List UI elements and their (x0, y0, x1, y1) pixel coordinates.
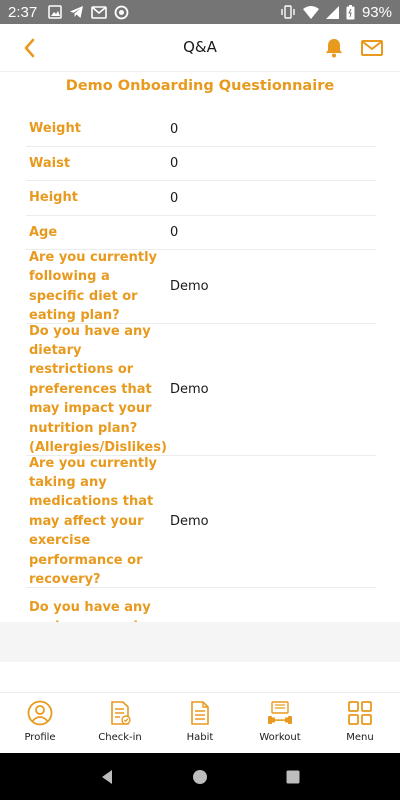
nav-label: Menu (346, 732, 374, 743)
question-label: Height (29, 190, 78, 206)
nav-label: Habit (186, 732, 214, 743)
questionnaire-card: Demo Onboarding Questionnaire Weight 0 W… (0, 72, 400, 622)
answer-value: 0 (170, 225, 179, 240)
answer-value: 0 (170, 190, 179, 206)
question-label: Are you currently following a specific d… (29, 249, 158, 323)
nav-checkin[interactable]: Check-in (80, 693, 160, 753)
bell-icon (326, 39, 342, 58)
question-label: Are you currently taking any medications… (29, 455, 158, 588)
mail-icon (361, 40, 383, 56)
battery-icon (346, 4, 355, 20)
table-row: Do you have any dietary restrictions or … (26, 324, 376, 456)
nav-workout[interactable]: Workout (240, 693, 320, 753)
status-left: 2:37 (8, 4, 129, 21)
nav-profile[interactable]: Profile (0, 693, 80, 753)
question-label: Age (29, 224, 58, 240)
sync-notification-icon (114, 5, 129, 20)
vibrate-icon (280, 5, 296, 19)
nav-label: Profile (24, 732, 56, 743)
checkin-icon (111, 701, 131, 725)
status-bar: 2:37 93% (0, 0, 400, 24)
nav-habit[interactable]: Habit (160, 693, 240, 753)
table-row: Weight 0 (26, 112, 376, 147)
system-recents-icon[interactable] (285, 769, 301, 785)
habit-icon (191, 701, 209, 725)
answers-table: Weight 0 Waist 0 Height 0 Age 0 Are you … (26, 112, 376, 622)
signal-icon (325, 5, 339, 19)
content-area[interactable]: Demo Onboarding Questionnaire Weight 0 W… (0, 72, 400, 662)
messages-button[interactable] (360, 38, 384, 58)
table-row: Are you currently following a specific d… (26, 250, 376, 324)
questionnaire-title: Demo Onboarding Questionnaire (65, 78, 335, 94)
status-time: 2:37 (8, 3, 38, 21)
bottom-nav: Profile Check-in Habit Workout Menu (0, 692, 400, 753)
nav-label: Check-in (98, 732, 142, 743)
status-right: 93% (280, 4, 392, 21)
answer-value: 0 (170, 121, 179, 137)
question-label: Do you have any past or current injuries… (29, 600, 151, 622)
profile-icon (27, 700, 53, 726)
app-header: Q&A (0, 24, 400, 72)
answer-value: 0 (170, 156, 179, 171)
table-row: Are you currently taking any medications… (26, 456, 376, 588)
image-notification-icon (48, 5, 62, 19)
answer-value: Demo (170, 514, 209, 529)
table-row: Height 0 (26, 181, 376, 216)
table-row: Age 0 (26, 216, 376, 250)
system-back-icon[interactable] (99, 769, 115, 785)
table-row: Waist 0 (26, 147, 376, 181)
telegram-notification-icon (69, 5, 84, 19)
table-row: Do you have any past or current injuries… (26, 588, 376, 622)
nav-menu[interactable]: Menu (320, 693, 400, 753)
system-nav-bar (0, 753, 400, 800)
nav-label: Workout (259, 732, 301, 743)
answer-value: Demo (170, 279, 209, 294)
system-home-icon[interactable] (192, 769, 208, 785)
menu-grid-icon (348, 701, 372, 725)
answer-value: Demo (170, 382, 209, 397)
question-label: Do you have any dietary restrictions or … (29, 323, 167, 456)
notifications-button[interactable] (323, 37, 345, 59)
question-label: Waist (29, 155, 71, 171)
battery-percent: 93% (361, 3, 392, 21)
workout-icon (268, 701, 292, 724)
gmail-notification-icon (91, 5, 108, 19)
question-label: Weight (29, 121, 81, 137)
wifi-icon (302, 5, 319, 19)
